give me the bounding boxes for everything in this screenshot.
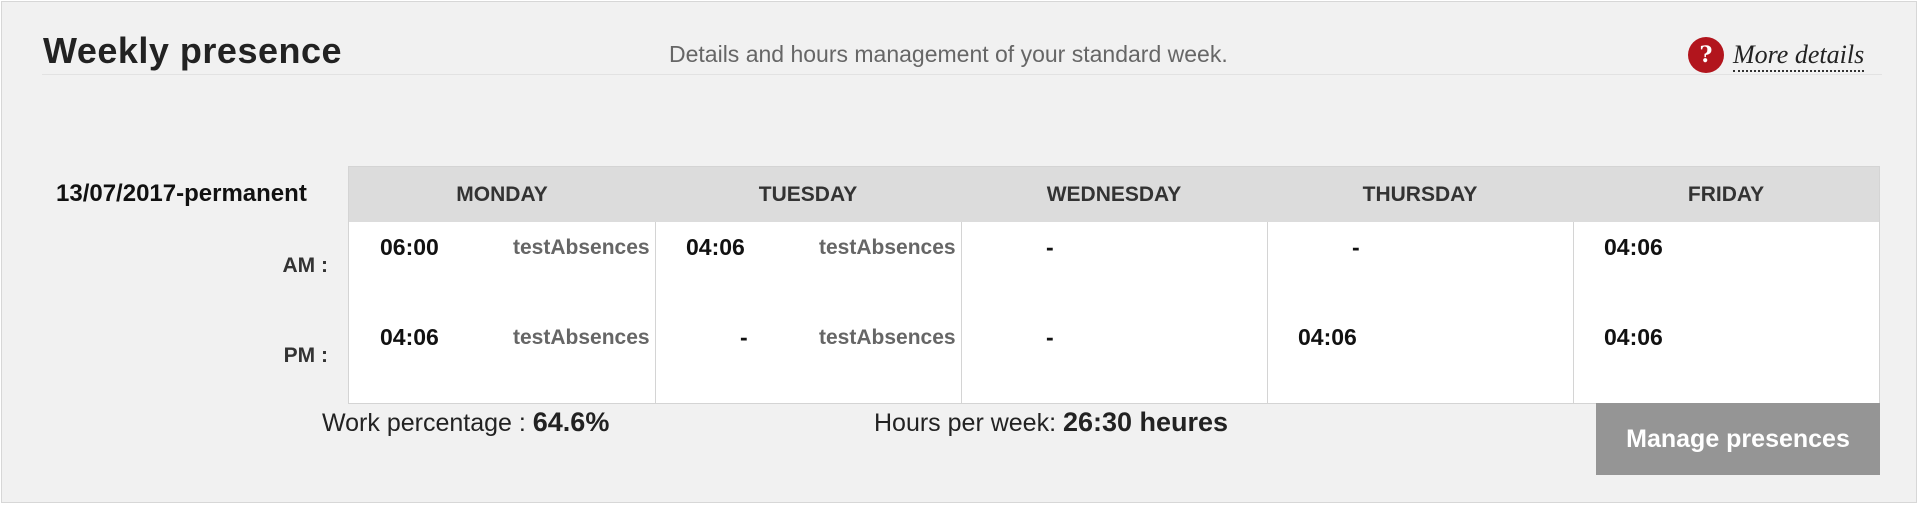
day-column-monday: 06:00 testAbsences 04:06 testAbsences — [349, 222, 655, 403]
pm-time: 04:06 — [1298, 324, 1357, 350]
am-row-label: AM : — [282, 254, 329, 277]
day-header-tuesday: TUESDAY — [758, 183, 858, 206]
am-time: 04:06 — [686, 234, 745, 260]
day-column-tuesday: 04:06 testAbsences - testAbsences — [655, 222, 962, 403]
day-header-friday: FRIDAY — [1687, 183, 1765, 206]
page-subtitle: Details and hours management of your sta… — [669, 41, 1228, 67]
am-time: 04:06 — [1604, 234, 1663, 260]
help-icon[interactable]: ? — [1688, 37, 1724, 73]
pm-absence: testAbsences — [513, 326, 650, 349]
hours-per-week-label: Hours per week: — [874, 409, 1063, 437]
am-time: - — [1352, 234, 1360, 260]
work-percentage-label: Work percentage : — [322, 409, 533, 437]
pm-time: - — [740, 324, 748, 350]
schedule-period: 13/07/2017-permanent — [56, 180, 307, 207]
header-divider — [42, 74, 1882, 75]
am-time: - — [1046, 234, 1054, 260]
am-time: 06:00 — [380, 234, 439, 260]
schedule-table: MONDAY TUESDAY WEDNESDAY THURSDAY FRIDAY… — [348, 166, 1880, 404]
hours-per-week: Hours per week: 26:30 heures — [874, 407, 1228, 438]
pm-absence: testAbsences — [819, 326, 956, 349]
day-column-thursday: - 04:06 — [1267, 222, 1574, 403]
manage-presences-button[interactable]: Manage presences — [1596, 403, 1880, 475]
work-percentage-value: 64.6% — [532, 407, 610, 437]
weekly-presence-panel: Weekly presence Details and hours manage… — [1, 1, 1917, 503]
page-title: Weekly presence — [43, 30, 343, 71]
am-absence: testAbsences — [819, 236, 956, 259]
pm-row-label: PM : — [283, 344, 328, 367]
more-details-link[interactable]: More details — [1733, 40, 1865, 72]
pm-time: 04:06 — [1604, 324, 1663, 350]
day-header-thursday: THURSDAY — [1362, 183, 1478, 206]
day-column-wednesday: - - — [961, 222, 1268, 403]
am-absence: testAbsences — [513, 236, 650, 259]
pm-time: 04:06 — [380, 324, 439, 350]
hours-per-week-value: 26:30 heures — [1062, 407, 1229, 437]
pm-time: - — [1046, 324, 1054, 350]
work-percentage: Work percentage : 64.6% — [322, 407, 609, 438]
day-header-monday: MONDAY — [456, 183, 548, 206]
day-column-friday: 04:06 04:06 — [1573, 222, 1880, 403]
day-header-wednesday: WEDNESDAY — [1046, 183, 1182, 206]
schedule-table-header: MONDAY TUESDAY WEDNESDAY THURSDAY FRIDAY — [349, 167, 1879, 222]
